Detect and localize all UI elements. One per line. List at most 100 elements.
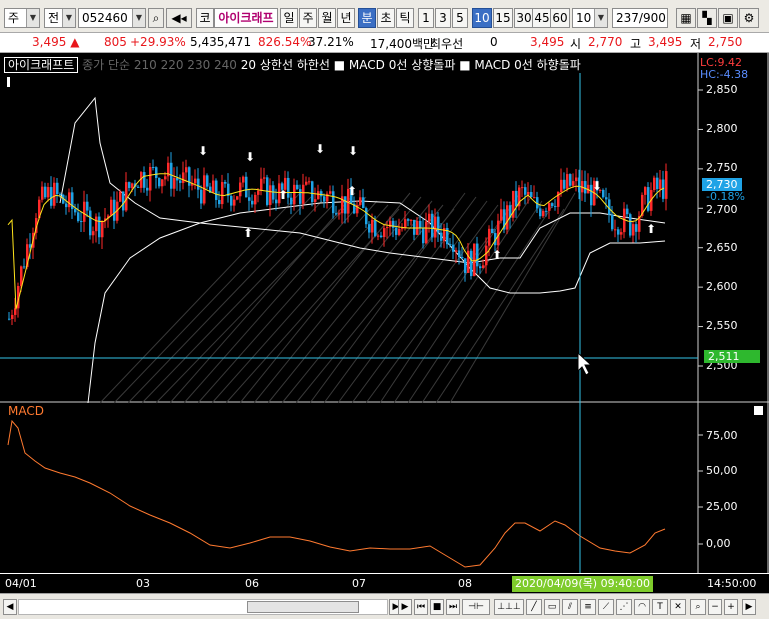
candle-body [86, 201, 89, 211]
candle-body [386, 227, 389, 229]
count-display[interactable]: 237/900 [612, 8, 668, 28]
first-icon[interactable]: ⏮ [414, 599, 428, 615]
draw-fan-icon[interactable]: ⋰ [616, 599, 632, 615]
range-icon[interactable]: ⊣⊢ [462, 599, 490, 615]
candle-body [611, 214, 614, 230]
draw-text-icon[interactable]: T [652, 599, 668, 615]
interval-60[interactable]: 60 [550, 8, 570, 28]
volume-ratio: 826.54% [258, 35, 312, 49]
macd-tick: 50,00 [706, 464, 738, 477]
interval-select[interactable]: 10 ▼ [572, 8, 608, 28]
panel-close-icon[interactable] [754, 406, 763, 415]
interval-1[interactable]: 1 [418, 8, 434, 28]
stock-code-input[interactable]: 052460 ▼ [78, 8, 146, 28]
stock-name[interactable]: 아이크래프 [214, 8, 278, 28]
grid-icon[interactable]: ▦ [676, 8, 696, 28]
speaker-icon[interactable]: ◀◂ [166, 8, 192, 28]
candle-body [290, 197, 293, 205]
fan-line [211, 204, 389, 404]
candle-body [245, 176, 248, 198]
candle-body [566, 174, 569, 189]
scrollbar-thumb[interactable] [247, 601, 359, 613]
candle-body [263, 177, 266, 179]
candle-body [476, 243, 479, 267]
count-total: /900 [638, 11, 666, 25]
candle-body [479, 266, 482, 269]
candle-body [374, 219, 377, 237]
type-select[interactable]: 전 ▼ [44, 8, 76, 28]
candle-body [656, 177, 659, 190]
market-select[interactable]: 주 ▼ [4, 8, 40, 28]
save-icon[interactable]: ▣ [718, 8, 738, 28]
candle-body [470, 250, 473, 277]
candle-body [68, 192, 71, 208]
search-icon[interactable]: ⌕ [148, 8, 164, 28]
chart-area[interactable]: ⬇ ⬇ ⬇ ⬇ ⬇ ⬆ ⬆ ⬆ ⬆ ⬆ 아이크래프트 종가 단순 210 220 230 240 … [0, 53, 769, 593]
play-icon[interactable]: ▶ [398, 599, 412, 615]
draw-arc-icon[interactable]: ◠ [634, 599, 650, 615]
candle-body [500, 209, 503, 221]
last-icon[interactable]: ⏭ [446, 599, 460, 615]
candle-body [413, 219, 416, 235]
period-second[interactable]: 초 [377, 8, 395, 28]
candle-body [605, 197, 608, 200]
candle-body [455, 250, 458, 252]
draw-channel-icon[interactable]: ⟋ [598, 599, 614, 615]
scrollbar-track[interactable] [18, 599, 388, 615]
candle-body [383, 228, 386, 238]
candle-body [410, 219, 413, 221]
price-tick: 2,750 [706, 161, 738, 174]
draw-box-icon[interactable]: ▭ [544, 599, 560, 615]
time-label: 14:50:00 [707, 577, 757, 590]
period-day[interactable]: 일 [280, 8, 298, 28]
candle-body [635, 224, 638, 232]
type-select-value: 전 [48, 11, 60, 25]
period-minute[interactable]: 분 [358, 8, 376, 28]
interval-45[interactable]: 45 [532, 8, 552, 28]
candle-body [164, 176, 167, 180]
search-icon[interactable]: ⌕ [690, 599, 706, 615]
candle-body [398, 228, 401, 235]
scroll-next-icon[interactable]: ▶ [742, 599, 756, 615]
interval-3[interactable]: 3 [435, 8, 451, 28]
interval-5[interactable]: 5 [452, 8, 468, 28]
draw-cross-icon[interactable]: ✕ [670, 599, 686, 615]
candle-body [338, 213, 341, 215]
chart-title[interactable]: 아이크래프트 [4, 57, 79, 73]
interval-30[interactable]: 30 [514, 8, 534, 28]
period-week[interactable]: 주 [299, 8, 317, 28]
candle-body [335, 213, 338, 215]
ruler-icon[interactable]: ⊥⊥⊥ [494, 599, 524, 615]
period-tick[interactable]: 틱 [396, 8, 414, 28]
candle-body [323, 196, 326, 202]
candle-body [269, 185, 272, 205]
candle-body [248, 197, 251, 201]
quote-bar: 3,495 ▲ 805 +29.93% 5,435,471 826.54% 37… [0, 33, 769, 53]
up-arrow-icon: ▲ [70, 35, 80, 49]
zoom-out-icon[interactable]: − [708, 599, 722, 615]
candlestick-chart[interactable]: ⬇ ⬇ ⬇ ⬇ ⬇ ⬆ ⬆ ⬆ ⬆ ⬆ [0, 53, 769, 593]
interval-15[interactable]: 15 [493, 8, 513, 28]
candle-body [485, 245, 488, 266]
scroll-left-icon[interactable]: ◀ [3, 599, 17, 615]
draw-line-icon[interactable]: ╱ [526, 599, 542, 615]
current-percent-tag: -0.18% [706, 190, 745, 203]
candle-body [59, 193, 62, 195]
settings-icon[interactable]: ⚙ [739, 8, 759, 28]
zoom-in-icon[interactable]: + [724, 599, 738, 615]
interval-10[interactable]: 10 [472, 8, 492, 28]
candle-body [320, 191, 323, 197]
stop-icon[interactable]: ■ [430, 599, 444, 615]
candle-body [527, 191, 530, 195]
draw-parallel-icon[interactable]: ⫽ [562, 599, 578, 615]
candle-body [395, 227, 398, 235]
legend-macd-up: ■ MACD 0선 상향돌파 [333, 58, 456, 72]
candle-body [200, 189, 203, 204]
period-month[interactable]: 월 [318, 8, 336, 28]
chart-legend: 아이크래프트 종가 단순 210 220 230 240 20 상한선 하한선 … [4, 56, 581, 73]
fan-line [113, 196, 312, 404]
draw-fib-icon[interactable]: ≡ [580, 599, 596, 615]
pattern-icon[interactable]: ▚ [697, 8, 717, 28]
fan-line [183, 196, 367, 404]
period-year[interactable]: 년 [337, 8, 355, 28]
